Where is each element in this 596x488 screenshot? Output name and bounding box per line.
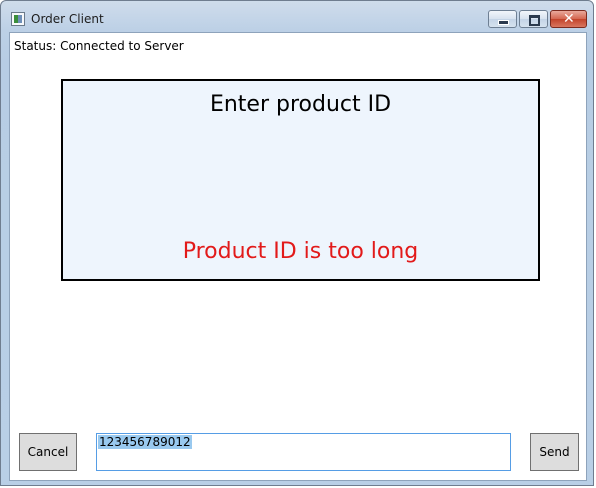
app-icon[interactable] [11, 12, 25, 26]
maximize-icon [529, 15, 540, 26]
error-message: Product ID is too long [182, 239, 419, 264]
message-panel: Enter product ID Product ID is too long [61, 79, 540, 281]
send-button[interactable]: Send [530, 433, 579, 471]
client-area: Status: Connected to Server Enter produc… [9, 32, 587, 481]
window-title: Order Client [31, 12, 104, 26]
product-id-input[interactable]: 123456789012 [96, 433, 511, 471]
minimize-icon [498, 20, 509, 25]
close-icon: ✕ [563, 11, 575, 27]
maximize-button[interactable] [519, 10, 548, 28]
minimize-button[interactable] [488, 10, 517, 28]
status-text: Status: Connected to Server [14, 39, 184, 53]
title-bar[interactable]: Order Client ✕ [1, 1, 593, 32]
app-window: Order Client ✕ Status: Connected to Serv… [0, 0, 594, 486]
close-button[interactable]: ✕ [550, 10, 587, 28]
panel-title: Enter product ID [209, 92, 392, 117]
cancel-button[interactable]: Cancel [19, 433, 77, 471]
product-id-value: 123456789012 [98, 435, 192, 449]
